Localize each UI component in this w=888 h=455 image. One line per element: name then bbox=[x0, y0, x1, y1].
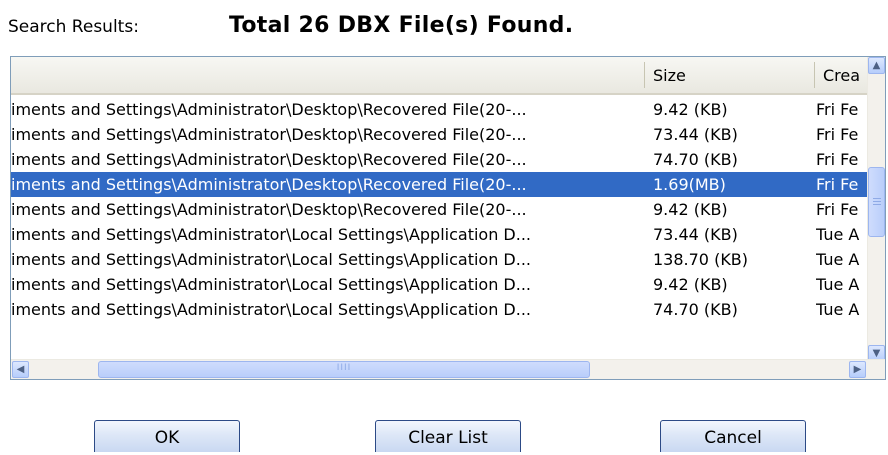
row-size: 73.44 (KB) bbox=[653, 225, 738, 244]
table-row[interactable]: iments and Settings\Administrator\Deskto… bbox=[11, 122, 868, 147]
grip-line bbox=[873, 198, 881, 199]
column-header-size[interactable]: Size bbox=[645, 57, 815, 93]
search-results-label: Search Results: bbox=[8, 17, 139, 37]
row-created: Fri Fe bbox=[816, 150, 859, 169]
row-created: Fri Fe bbox=[816, 100, 859, 119]
row-created: Tue A bbox=[816, 250, 860, 269]
row-size: 9.42 (KB) bbox=[653, 275, 728, 294]
scroll-right-button[interactable]: ▶ bbox=[849, 361, 866, 378]
row-path: iments and Settings\Administrator\Deskto… bbox=[11, 175, 527, 194]
results-list[interactable]: Size Crea iments and Settings\Administra… bbox=[10, 56, 886, 380]
row-path: iments and Settings\Administrator\Local … bbox=[11, 225, 532, 244]
thumb-grip-icon: IIII bbox=[336, 363, 352, 373]
list-header: Size Crea bbox=[11, 57, 868, 95]
column-header-name[interactable] bbox=[11, 57, 639, 93]
row-created: Tue A bbox=[816, 225, 860, 244]
row-size: 138.70 (KB) bbox=[653, 250, 749, 269]
grip-line bbox=[873, 201, 881, 202]
scroll-up-button[interactable]: ▲ bbox=[868, 57, 885, 74]
row-size: 1.69(MB) bbox=[653, 175, 726, 194]
column-header-created[interactable]: Crea bbox=[815, 57, 868, 93]
scroll-left-button[interactable]: ◀ bbox=[12, 361, 29, 378]
row-path: iments and Settings\Administrator\Deskto… bbox=[11, 150, 527, 169]
row-size: 9.42 (KB) bbox=[653, 200, 728, 219]
row-path: iments and Settings\Administrator\Deskto… bbox=[11, 125, 527, 144]
horizontal-scroll-thumb[interactable]: IIII bbox=[98, 361, 590, 378]
row-path: iments and Settings\Administrator\Local … bbox=[11, 300, 532, 319]
table-row[interactable]: iments and Settings\Administrator\Deskto… bbox=[11, 197, 868, 222]
row-created: Fri Fe bbox=[816, 175, 859, 194]
table-row-selected[interactable]: iments and Settings\Administrator\Deskto… bbox=[11, 172, 868, 197]
table-row[interactable]: iments and Settings\Administrator\Local … bbox=[11, 297, 868, 322]
arrow-down-icon: ▼ bbox=[872, 348, 881, 359]
row-size: 74.70 (KB) bbox=[653, 300, 738, 319]
horizontal-scrollbar[interactable]: ◀ IIII ▶ bbox=[11, 359, 885, 379]
total-found-label: Total 26 DBX File(s) Found. bbox=[229, 13, 574, 38]
arrow-left-icon: ◀ bbox=[16, 364, 25, 375]
row-created: Tue A bbox=[816, 300, 860, 319]
arrow-right-icon: ▶ bbox=[853, 364, 862, 375]
vertical-scroll-thumb[interactable] bbox=[868, 167, 885, 237]
table-row[interactable]: iments and Settings\Administrator\Local … bbox=[11, 222, 868, 247]
row-path: iments and Settings\Administrator\Deskto… bbox=[11, 200, 527, 219]
ok-button[interactable]: OK bbox=[94, 420, 240, 452]
clear-list-button[interactable]: Clear List bbox=[375, 420, 521, 452]
arrow-up-icon: ▲ bbox=[872, 60, 881, 71]
cancel-button[interactable]: Cancel bbox=[660, 420, 806, 452]
row-created: Fri Fe bbox=[816, 200, 859, 219]
row-size: 74.70 (KB) bbox=[653, 150, 738, 169]
grip-line bbox=[873, 204, 881, 205]
row-path: iments and Settings\Administrator\Local … bbox=[11, 250, 532, 269]
list-rows: iments and Settings\Administrator\Deskto… bbox=[11, 97, 868, 322]
row-path: iments and Settings\Administrator\Local … bbox=[11, 275, 532, 294]
table-row[interactable]: iments and Settings\Administrator\Deskto… bbox=[11, 97, 868, 122]
row-size: 73.44 (KB) bbox=[653, 125, 738, 144]
row-path: iments and Settings\Administrator\Deskto… bbox=[11, 100, 527, 119]
table-row[interactable]: iments and Settings\Administrator\Deskto… bbox=[11, 147, 868, 172]
vertical-scrollbar[interactable]: ▲ ▼ bbox=[867, 57, 885, 362]
table-row[interactable]: iments and Settings\Administrator\Local … bbox=[11, 272, 868, 297]
row-created: Fri Fe bbox=[816, 125, 859, 144]
row-size: 9.42 (KB) bbox=[653, 100, 728, 119]
row-created: Tue A bbox=[816, 275, 860, 294]
table-row[interactable]: iments and Settings\Administrator\Local … bbox=[11, 247, 868, 272]
